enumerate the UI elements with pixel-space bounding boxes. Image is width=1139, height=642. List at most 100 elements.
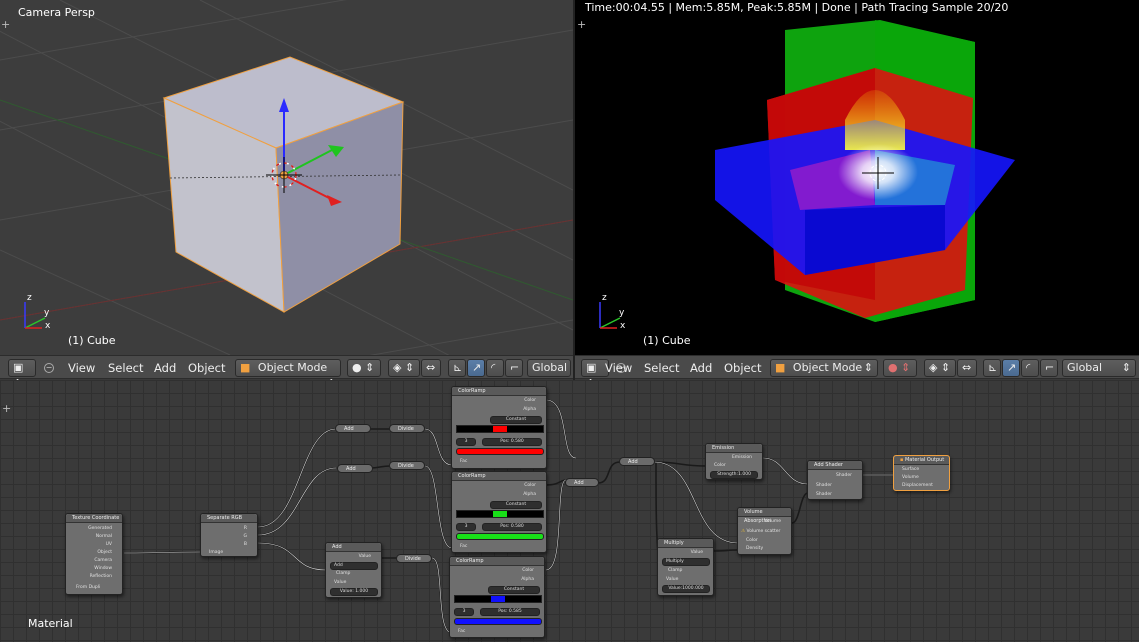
shading-dropdown[interactable]: ● ⇕ (883, 359, 917, 377)
node-texture-coordinate[interactable]: Texture Coordinate Generated Normal UV O… (65, 513, 123, 595)
value-field[interactable]: Value: 1.000 (330, 588, 378, 596)
stop-color-swatch[interactable] (456, 533, 544, 540)
operation-dropdown[interactable]: Multiply (662, 558, 710, 566)
axes-icon: ⊾ (453, 361, 463, 374)
stop-pos-field[interactable]: Pos: 0.580 (482, 523, 542, 531)
orientation-dropdown[interactable]: Global ⇕ (1062, 359, 1136, 377)
translate-icon: ↗ (1007, 361, 1017, 374)
interpolation-dropdown[interactable]: Constant (490, 501, 542, 509)
from-dupli-checkbox[interactable]: From Dupli (76, 585, 100, 590)
snap-toggle[interactable]: ⇔ (421, 359, 441, 377)
node-material-output[interactable]: ▪ Material Output Surface Volume Displac… (893, 455, 950, 491)
stop-pos-field[interactable]: Pos: 0.580 (482, 438, 542, 446)
strength-field[interactable]: Strength:1.000 (710, 471, 758, 479)
menu-object[interactable]: Object (188, 361, 225, 375)
node-volume-absorption[interactable]: Volume Absorption Volume ⚠ Volume scatte… (737, 507, 792, 555)
viewport-title: Camera Persp (18, 6, 95, 19)
menu-view[interactable]: View (68, 361, 95, 375)
node-divide-collapsed[interactable]: Divide (396, 554, 432, 563)
node-title: ▪ Material Output (894, 456, 949, 465)
mode-dropdown[interactable]: ■ Object Mode ⇕ (770, 359, 878, 377)
scale-toggle[interactable]: ⌐ (505, 359, 523, 377)
socket-label: Reflection (89, 574, 112, 579)
menu-collapse-icon[interactable]: − (44, 363, 54, 373)
socket-label: Shader (816, 492, 832, 497)
area-divider[interactable] (573, 0, 575, 380)
stop-index-field[interactable]: 3 (456, 438, 476, 446)
menu-add[interactable]: Add (690, 361, 712, 375)
color-ramp-bar[interactable] (456, 425, 544, 433)
menu-select[interactable]: Select (108, 361, 143, 375)
stop-index-field[interactable]: 3 (456, 523, 476, 531)
socket-label: B (243, 542, 247, 547)
node-add-shader[interactable]: Add Shader Shader Shader Shader (807, 460, 863, 500)
interpolation-dropdown[interactable]: Constant (488, 586, 540, 594)
node-colorramp-red[interactable]: ColorRamp Color Alpha Constant 3 Pos: 0.… (451, 386, 547, 469)
socket-label: Camera (94, 558, 112, 563)
viewport-rendered[interactable]: z y x Time:00:04.55 | Mem:5.85M, Peak:5.… (575, 0, 1139, 355)
interpolation-dropdown[interactable]: Constant (490, 416, 542, 424)
rotate-toggle[interactable]: ◜ (1021, 359, 1039, 377)
area-split-icon[interactable]: + (1, 18, 10, 31)
node-divide-collapsed[interactable]: Divide (389, 424, 425, 433)
manipulator-toggle[interactable]: ⊾ (448, 359, 466, 377)
node-add-collapsed[interactable]: Add (565, 478, 599, 487)
node-add-collapsed[interactable]: Add (619, 457, 655, 466)
menu-object[interactable]: Object (724, 361, 761, 375)
node-add-collapsed[interactable]: Add (335, 424, 371, 433)
node-title: Multiply (658, 539, 713, 548)
manipulator-toggle[interactable]: ⊾ (983, 359, 1001, 377)
manipulator-icon: ⇔ (426, 361, 436, 374)
viewport-solid[interactable]: z y x Camera Persp + (1) Cube (0, 0, 573, 355)
snap-toggle[interactable]: ⇔ (957, 359, 977, 377)
rotate-toggle[interactable]: ◜ (486, 359, 504, 377)
shading-dropdown[interactable]: ● ⇕ (347, 359, 381, 377)
menu-select[interactable]: Select (644, 361, 679, 375)
color-ramp-bar[interactable] (456, 510, 544, 518)
node-colorramp-blue[interactable]: ColorRamp Color Alpha Constant 3 Pos: 0.… (449, 556, 545, 638)
node-title: Add (326, 543, 381, 552)
node-separate-rgb[interactable]: Separate RGB R G B Image (200, 513, 258, 557)
mode-label: Object Mode (257, 361, 328, 374)
node-colorramp-green[interactable]: ColorRamp Color Alpha Constant 3 Pos: 0.… (451, 471, 547, 553)
menu-view[interactable]: View (605, 361, 632, 375)
orientation-label: Global (532, 361, 568, 374)
node-math-add[interactable]: Add Value Add Clamp Value Value: 1.000 (325, 542, 382, 598)
viewport-header-right: ▣ ⇕ − View Select Add Object ■ Object Mo… (575, 355, 1139, 390)
pivot-dropdown[interactable]: ◈ ⇕ (388, 359, 420, 377)
node-math-multiply[interactable]: Multiply Value Multiply Clamp Value Valu… (657, 538, 714, 596)
menu-add[interactable]: Add (154, 361, 176, 375)
editor-type-button[interactable]: ▣ ⇕ (8, 359, 36, 390)
value-field[interactable]: Value:1000.000 (662, 585, 710, 593)
clamp-checkbox[interactable]: Clamp (336, 571, 350, 576)
node-add-collapsed[interactable]: Add (337, 464, 373, 473)
stop-index-field[interactable]: 3 (454, 608, 474, 616)
color-ramp-bar[interactable] (454, 595, 542, 603)
axes-icon: ⊾ (988, 361, 998, 374)
operation-dropdown[interactable]: Add (330, 562, 378, 570)
pos-value: 0.585 (508, 609, 522, 614)
stop-color-swatch[interactable] (456, 448, 544, 455)
pos-label: Pos: (500, 524, 510, 529)
node-emission[interactable]: Emission Emission Color Strength:1.000 (705, 443, 763, 480)
viewport-solid-canvas (0, 0, 573, 355)
scale-toggle[interactable]: ⌐ (1040, 359, 1058, 377)
translate-toggle[interactable]: ↗ (467, 359, 485, 377)
stop-pos-field[interactable]: Pos: 0.585 (480, 608, 540, 616)
orientation-dropdown[interactable]: Global (527, 359, 571, 377)
node-divide-collapsed[interactable]: Divide (389, 461, 425, 470)
socket-label: Surface (902, 467, 920, 472)
clamp-checkbox[interactable]: Clamp (668, 568, 682, 573)
socket-label: Color (714, 463, 726, 468)
node-title: Volume Absorption (738, 508, 791, 524)
socket-label: Volume (764, 519, 781, 524)
node-editor[interactable]: + Texture Coordinate Generated Normal UV… (0, 380, 1139, 642)
socket-label: Displacement (902, 483, 933, 488)
pivot-dropdown[interactable]: ◈ ⇕ (924, 359, 956, 377)
mode-dropdown[interactable]: ■ Object Mode ⇕ (235, 359, 341, 390)
area-split-icon[interactable]: + (577, 18, 586, 31)
rotate-icon: ◜ (1026, 361, 1031, 374)
socket-label: Generated (88, 526, 112, 531)
translate-toggle[interactable]: ↗ (1002, 359, 1020, 377)
stop-color-swatch[interactable] (454, 618, 542, 625)
